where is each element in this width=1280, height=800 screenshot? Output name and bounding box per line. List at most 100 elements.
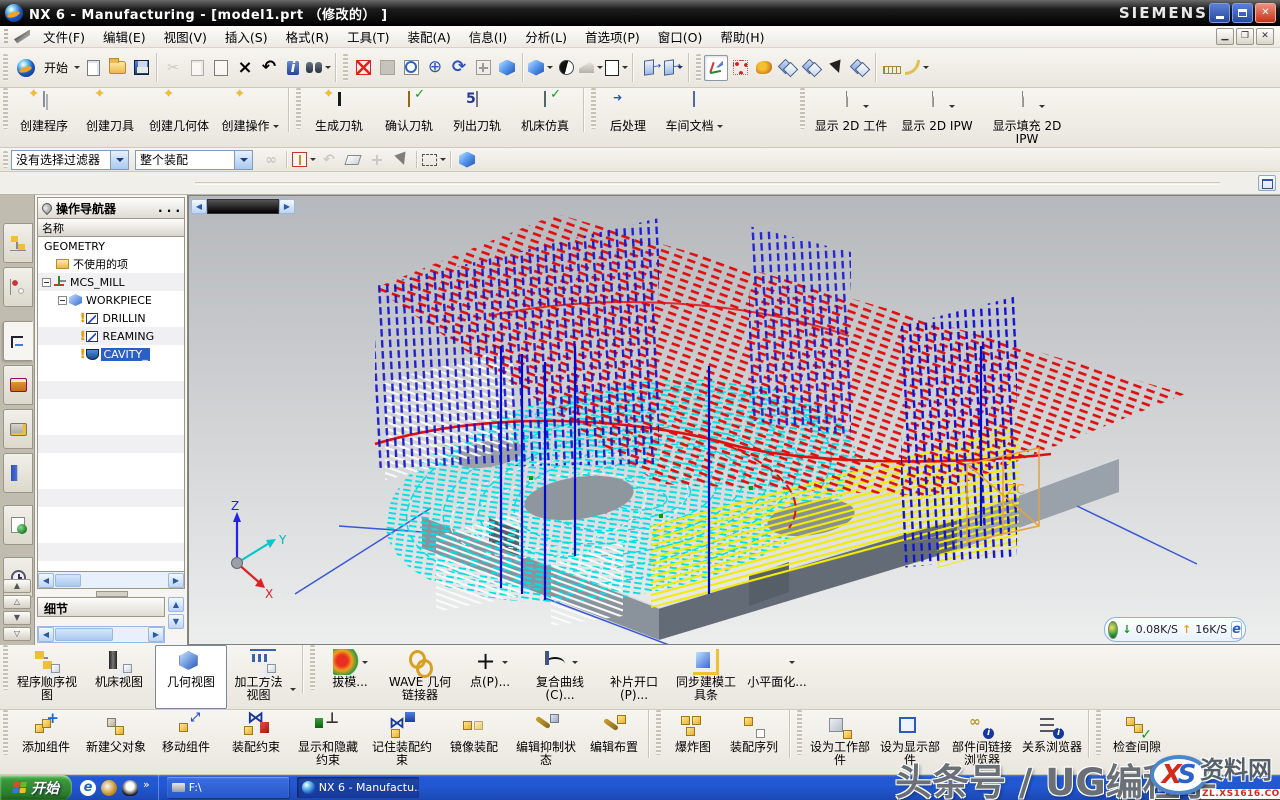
- interpart-link-browser-button[interactable]: ∞i 部件间链接浏览器: [945, 710, 1019, 774]
- delete-button[interactable]: ×: [233, 55, 257, 81]
- remember-constraints-button[interactable]: ⋈ 记住装配约束: [365, 710, 439, 774]
- start-button[interactable]: 开始: [0, 775, 72, 800]
- tree-horizontal-scrollbar[interactable]: ◀ ▶: [37, 572, 185, 589]
- scroll-right-icon[interactable]: ▶: [168, 573, 184, 588]
- collapse-box-icon[interactable]: [58, 296, 67, 305]
- show-filled-2d-ipw-button[interactable]: 显示填充 2D IPW: [980, 88, 1074, 147]
- geometry-view-button[interactable]: 几何视图: [155, 645, 227, 709]
- tree-item-unused[interactable]: 不使用的项: [38, 255, 184, 273]
- tree-item-workpiece[interactable]: WORKPIECE: [38, 291, 184, 309]
- draft-button[interactable]: 拔模...: [318, 645, 382, 709]
- replace-face-button[interactable]: [848, 55, 872, 81]
- clip-work-section-button[interactable]: [661, 55, 685, 81]
- tab-integrated-simulation[interactable]: [3, 409, 33, 449]
- create-operation-button[interactable]: 创建操作: [215, 88, 285, 147]
- tab-web-browser[interactable]: [3, 505, 33, 545]
- find-button[interactable]: [305, 55, 332, 81]
- composite-curve-button[interactable]: 复合曲线(C)...: [522, 645, 598, 709]
- postprocess-button[interactable]: 后处理: [599, 88, 657, 147]
- face-analysis-button[interactable]: [554, 55, 578, 81]
- list-toolpath-button[interactable]: 列出刀轨: [444, 88, 510, 147]
- mdi-restore-button[interactable]: ❐: [1236, 28, 1254, 45]
- orient-csys-button[interactable]: [704, 55, 728, 81]
- restore-button[interactable]: [1232, 3, 1253, 23]
- shop-documentation-button[interactable]: 车间文档: [657, 88, 731, 147]
- background-button[interactable]: [604, 55, 629, 81]
- edit-suppression-state-button[interactable]: 编辑抑制状态: [509, 710, 583, 774]
- menu-file[interactable]: 文件(F): [34, 24, 94, 49]
- offset-region-button[interactable]: [800, 55, 824, 81]
- minimize-button[interactable]: [1209, 3, 1230, 23]
- show-hide-constraints-button[interactable]: ⊥ 显示和隐藏约束: [291, 710, 365, 774]
- undo-selection-button[interactable]: ↶: [317, 147, 341, 173]
- edit-arrangement-button[interactable]: 编辑布置: [583, 710, 645, 774]
- rendering-style-button[interactable]: [527, 55, 554, 81]
- menu-help[interactable]: 帮助(H): [711, 24, 773, 49]
- open-file-button[interactable]: [105, 55, 129, 81]
- collapse-box-icon[interactable]: [42, 278, 51, 287]
- details-scroll-down-icon[interactable]: ▼: [168, 614, 184, 629]
- information-button[interactable]: i: [281, 55, 305, 81]
- menu-analysis[interactable]: 分析(L): [516, 24, 576, 49]
- menu-preferences[interactable]: 首选项(P): [576, 24, 649, 49]
- zoom-box-button[interactable]: [399, 55, 423, 81]
- wave-geometry-linker-button[interactable]: WAVE 几何链接器: [382, 645, 458, 709]
- selection-filter-combo[interactable]: 没有选择过滤器: [11, 150, 129, 170]
- ie-browser-icon[interactable]: e: [1231, 621, 1242, 639]
- qq-quicklaunch-icon[interactable]: [122, 780, 138, 796]
- menu-view[interactable]: 视图(V): [155, 24, 216, 49]
- splitter-bar[interactable]: [207, 199, 279, 214]
- panel-width-splitter[interactable]: ◀ ▶: [191, 198, 295, 215]
- rotate-view-button[interactable]: ⟳: [447, 55, 471, 81]
- scroll-thumb[interactable]: [55, 628, 113, 641]
- new-file-button[interactable]: [81, 55, 105, 81]
- tree-item-geometry[interactable]: GEOMETRY: [38, 237, 184, 255]
- tree-item-mcs-mill[interactable]: MCS_MILL: [38, 273, 184, 291]
- pull-face-button[interactable]: [776, 55, 800, 81]
- snap-point-button[interactable]: [291, 147, 317, 173]
- toolbar-overflow-icon[interactable]: [1258, 175, 1276, 191]
- select-face-button[interactable]: [824, 55, 848, 81]
- mirror-assembly-button[interactable]: 镜像装配: [439, 710, 509, 774]
- ie-quicklaunch-icon[interactable]: e: [80, 780, 96, 796]
- details-scroll-up-icon[interactable]: ▲: [168, 597, 184, 612]
- exploded-view-button[interactable]: 爆炸图: [664, 710, 722, 774]
- dropdown-arrow[interactable]: [1039, 105, 1045, 111]
- combo-dropdown-icon[interactable]: [110, 151, 128, 169]
- splitter-right-icon[interactable]: ▶: [279, 199, 295, 214]
- machine-simulation-button[interactable]: 机床仿真: [510, 88, 580, 147]
- copy-button[interactable]: [185, 55, 209, 81]
- move-face-button[interactable]: [752, 55, 776, 81]
- create-geometry-button[interactable]: 创建几何体: [143, 88, 215, 147]
- resource-scroll-top[interactable]: ▲: [3, 579, 31, 593]
- tab-tools[interactable]: [3, 453, 33, 493]
- shaded-selection-button[interactable]: [455, 147, 479, 173]
- menu-information[interactable]: 信息(I): [460, 24, 516, 49]
- selection-scope-combo[interactable]: 整个装配: [135, 150, 253, 170]
- facet-button[interactable]: 小平面化...: [742, 645, 812, 709]
- pan-view-button[interactable]: [471, 55, 495, 81]
- menu-tools[interactable]: 工具(T): [338, 24, 398, 49]
- dropdown-arrow[interactable]: [863, 105, 869, 111]
- move-component-button[interactable]: ⤢ 移动组件: [151, 710, 221, 774]
- flat-shadow-button[interactable]: [578, 55, 604, 81]
- assembly-constraints-button[interactable]: ⋈ 装配约束: [221, 710, 291, 774]
- scroll-left-icon[interactable]: ◀: [38, 573, 54, 588]
- details-horizontal-scrollbar[interactable]: ◀ ▶: [37, 626, 165, 643]
- create-tool-button[interactable]: 创建刀具: [77, 88, 143, 147]
- tree-item-drilling[interactable]: ! DRILLIN: [38, 309, 184, 327]
- tab-constraint-navigator[interactable]: [3, 267, 33, 307]
- assembly-sequence-button[interactable]: 装配序列: [722, 710, 786, 774]
- scroll-right-icon[interactable]: ▶: [148, 627, 164, 642]
- navigator-header[interactable]: 操作导航器 . . .: [37, 197, 185, 219]
- mdi-minimize-button[interactable]: ▁: [1216, 28, 1234, 45]
- combo-dropdown-icon[interactable]: [234, 151, 252, 169]
- scroll-thumb[interactable]: [55, 574, 81, 587]
- start-menu-button[interactable]: 开始: [11, 55, 81, 81]
- verify-toolpath-button[interactable]: 确认刀轨: [374, 88, 444, 147]
- tab-operation-navigator[interactable]: [3, 321, 33, 361]
- show-2d-ipw-button[interactable]: 显示 2D IPW: [894, 88, 980, 147]
- dropdown-arrow[interactable]: [273, 125, 279, 131]
- generate-toolpath-button[interactable]: 生成刀轨: [304, 88, 374, 147]
- zoom-in-out-button[interactable]: ⊕: [423, 55, 447, 81]
